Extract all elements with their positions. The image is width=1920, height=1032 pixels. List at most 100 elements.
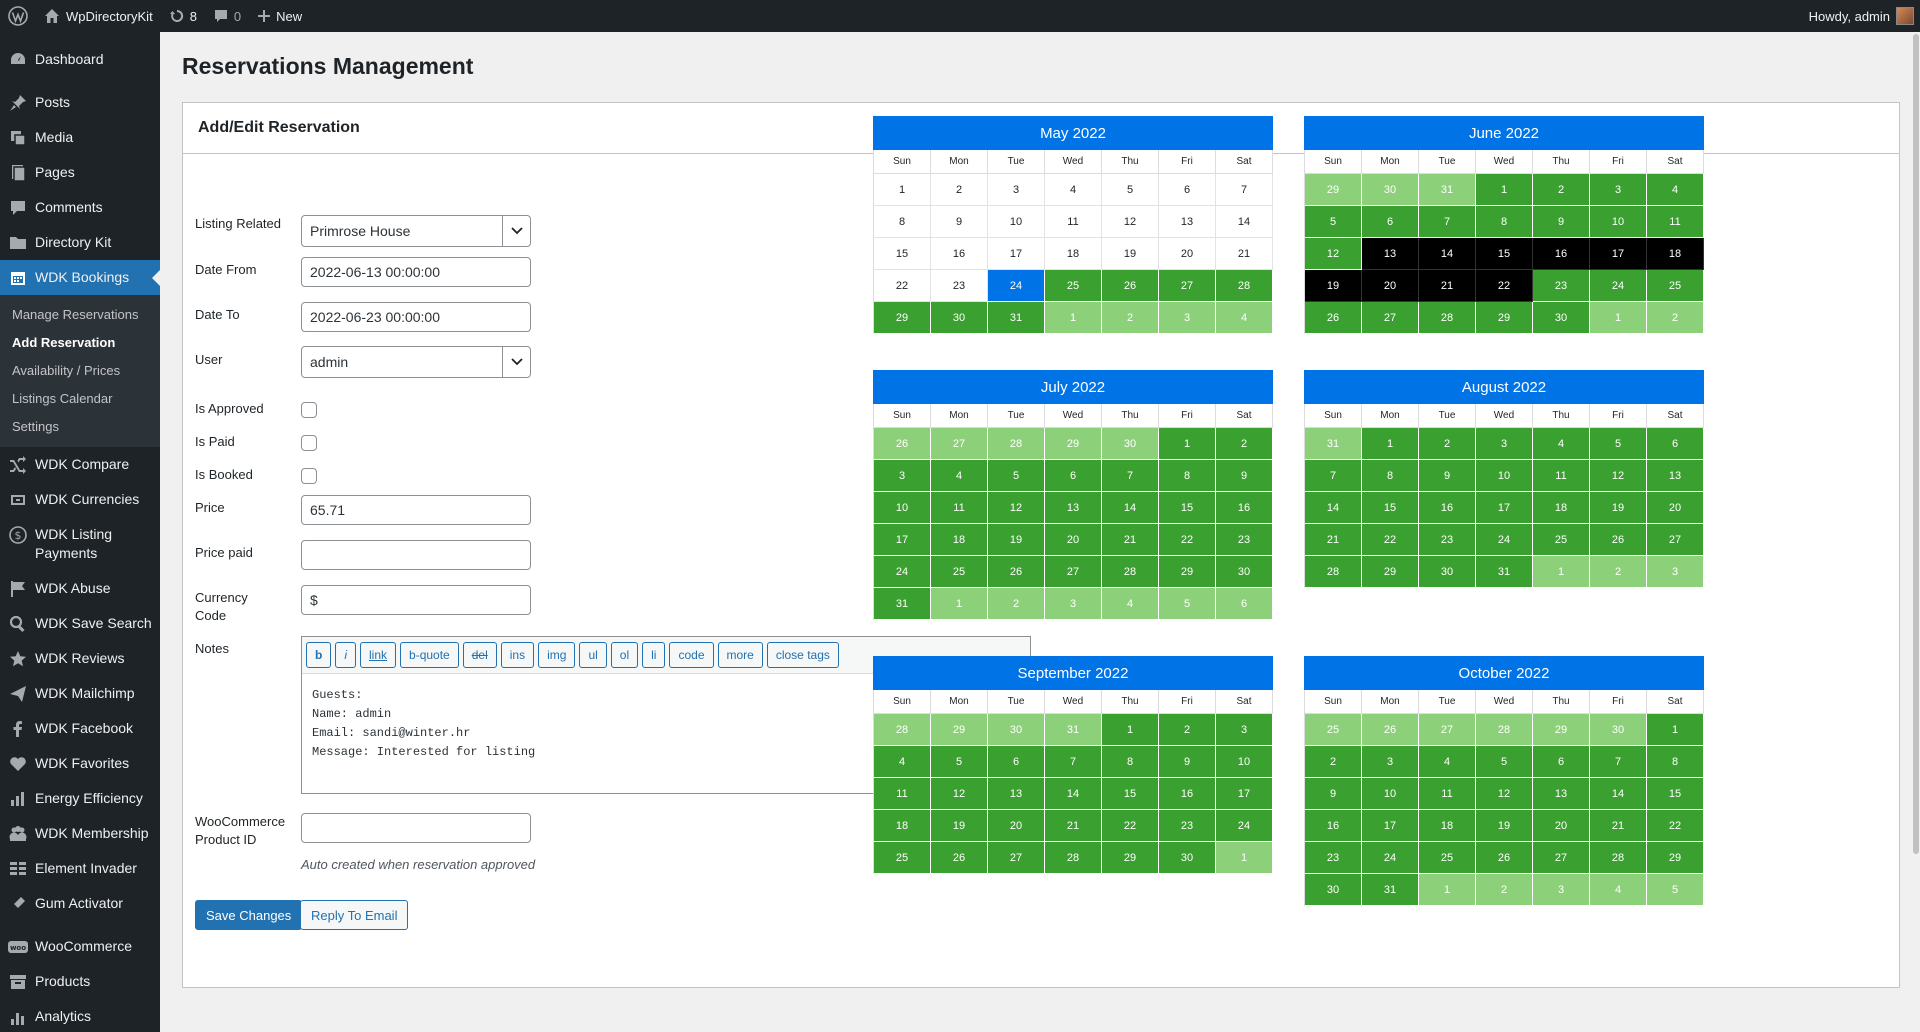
sidebar-item-wdk-reviews[interactable]: WDK Reviews — [0, 641, 160, 676]
calendar-day[interactable]: 4 — [1647, 174, 1704, 206]
calendar-day[interactable]: 3 — [1647, 556, 1704, 588]
calendar-day[interactable]: 28 — [1216, 270, 1273, 302]
calendar-day[interactable]: 27 — [1045, 556, 1102, 588]
calendar-day[interactable]: 1 — [931, 588, 988, 620]
calendar-day[interactable]: 21 — [1419, 270, 1476, 302]
calendar-day[interactable]: 4 — [1216, 302, 1273, 334]
calendar-day[interactable]: 15 — [1362, 492, 1419, 524]
qt-italic-button[interactable]: i — [335, 642, 357, 668]
calendar-day[interactable]: 11 — [1533, 460, 1590, 492]
calendar-day[interactable]: 30 — [1419, 556, 1476, 588]
sidebar-item-pages[interactable]: Pages — [0, 155, 160, 190]
calendar-day[interactable]: 1 — [1102, 714, 1159, 746]
calendar-day[interactable]: 11 — [874, 778, 931, 810]
calendar-day[interactable]: 27 — [1362, 302, 1419, 334]
calendar-day[interactable]: 8 — [1102, 746, 1159, 778]
calendar-day[interactable]: 10 — [1590, 206, 1647, 238]
sidebar-item-products[interactable]: Products — [0, 964, 160, 999]
calendar-day[interactable]: 21 — [1590, 810, 1647, 842]
calendar-day[interactable]: 31 — [1305, 428, 1362, 460]
calendar-day[interactable]: 8 — [1362, 460, 1419, 492]
calendar-day[interactable]: 29 — [1533, 714, 1590, 746]
calendar-day[interactable]: 19 — [1590, 492, 1647, 524]
paid-checkbox[interactable] — [301, 435, 317, 451]
calendar-day[interactable]: 2 — [1590, 556, 1647, 588]
calendar-day[interactable]: 21 — [1045, 810, 1102, 842]
calendar-day[interactable]: 4 — [931, 460, 988, 492]
calendar-day[interactable]: 13 — [1045, 492, 1102, 524]
calendar-day[interactable]: 28 — [1045, 842, 1102, 874]
calendar-day[interactable]: 15 — [1102, 778, 1159, 810]
calendar-day[interactable]: 17 — [1362, 810, 1419, 842]
calendar-day[interactable]: 22 — [874, 270, 931, 302]
calendar-day[interactable]: 18 — [1419, 810, 1476, 842]
calendar-day[interactable]: 30 — [988, 714, 1045, 746]
calendar-day[interactable]: 2 — [931, 174, 988, 206]
calendar-day[interactable]: 17 — [1590, 238, 1647, 270]
calendar-day[interactable]: 29 — [874, 302, 931, 334]
calendar-day[interactable]: 30 — [1305, 874, 1362, 906]
calendar-day[interactable]: 19 — [1102, 238, 1159, 270]
calendar-day[interactable]: 10 — [1362, 778, 1419, 810]
calendar-day[interactable]: 31 — [1362, 874, 1419, 906]
calendar-day[interactable]: 23 — [1305, 842, 1362, 874]
calendar-day[interactable]: 5 — [1476, 746, 1533, 778]
calendar-day[interactable]: 17 — [1476, 492, 1533, 524]
qt-code-button[interactable]: code — [669, 642, 714, 668]
submenu-listings-calendar[interactable]: Listings Calendar — [0, 385, 160, 413]
sidebar-item-posts[interactable]: Posts — [0, 85, 160, 120]
calendar-day[interactable]: 11 — [1647, 206, 1704, 238]
calendar-day[interactable]: 17 — [874, 524, 931, 556]
qt-ins-button[interactable]: ins — [500, 642, 535, 668]
calendar-day[interactable]: 13 — [1362, 238, 1419, 270]
calendar-day[interactable]: 9 — [1159, 746, 1216, 778]
calendar-day[interactable]: 29 — [1159, 556, 1216, 588]
submenu-add-reservation[interactable]: Add Reservation — [0, 329, 160, 357]
calendar-day[interactable]: 29 — [931, 714, 988, 746]
sidebar-item-wdk-bookings[interactable]: WDK Bookings — [0, 260, 160, 295]
sidebar-item-wdk-membership[interactable]: WDK Membership — [0, 816, 160, 851]
calendar-day[interactable]: 10 — [1216, 746, 1273, 778]
calendar-day[interactable]: 3 — [1590, 174, 1647, 206]
calendar-day[interactable]: 19 — [931, 810, 988, 842]
calendar-day[interactable]: 13 — [1159, 206, 1216, 238]
qt-link-button[interactable]: link — [360, 642, 397, 668]
calendar-day[interactable]: 18 — [931, 524, 988, 556]
calendar-day[interactable]: 26 — [1305, 302, 1362, 334]
my-account-link[interactable]: Howdy, admin — [1801, 0, 1920, 32]
calendar-day[interactable]: 24 — [988, 270, 1045, 302]
calendar-day[interactable]: 9 — [931, 206, 988, 238]
calendar-day[interactable]: 15 — [1647, 778, 1704, 810]
calendar-day[interactable]: 25 — [1647, 270, 1704, 302]
calendar-day[interactable]: 7 — [1045, 746, 1102, 778]
calendar-day[interactable]: 28 — [1476, 714, 1533, 746]
calendar-day[interactable]: 22 — [1476, 270, 1533, 302]
calendar-day[interactable]: 6 — [1159, 174, 1216, 206]
currency-input[interactable] — [301, 585, 531, 615]
calendar-day[interactable]: 18 — [874, 810, 931, 842]
calendar-day[interactable]: 16 — [1533, 238, 1590, 270]
calendar-day[interactable]: 2 — [1419, 428, 1476, 460]
calendar-day[interactable]: 25 — [1305, 714, 1362, 746]
calendar-day[interactable]: 5 — [1159, 588, 1216, 620]
calendar-day[interactable]: 20 — [988, 810, 1045, 842]
submenu-manage-reservations[interactable]: Manage Reservations — [0, 301, 160, 329]
calendar-day[interactable]: 29 — [1045, 428, 1102, 460]
qt-blockquote-button[interactable]: b-quote — [400, 642, 459, 668]
calendar-day[interactable]: 14 — [1045, 778, 1102, 810]
sidebar-item-gum-activator[interactable]: Gum Activator — [0, 886, 160, 921]
sidebar-item-analytics[interactable]: Analytics — [0, 999, 160, 1032]
sidebar-item-energy-efficiency[interactable]: Energy Efficiency — [0, 781, 160, 816]
reply-to-email-button[interactable]: Reply To Email — [300, 900, 409, 930]
calendar-day[interactable]: 18 — [1045, 238, 1102, 270]
calendar-day[interactable]: 25 — [874, 842, 931, 874]
calendar-day[interactable]: 20 — [1362, 270, 1419, 302]
listing-select[interactable]: Primrose House — [301, 215, 531, 247]
calendar-day[interactable]: 8 — [1159, 460, 1216, 492]
calendar-day[interactable]: 1 — [1647, 714, 1704, 746]
calendar-day[interactable]: 2 — [1305, 746, 1362, 778]
calendar-day[interactable]: 17 — [988, 238, 1045, 270]
sidebar-item-wdk-listing-payments[interactable]: $ WDK Listing Payments — [0, 517, 160, 571]
calendar-day[interactable]: 27 — [931, 428, 988, 460]
calendar-day[interactable]: 7 — [1102, 460, 1159, 492]
